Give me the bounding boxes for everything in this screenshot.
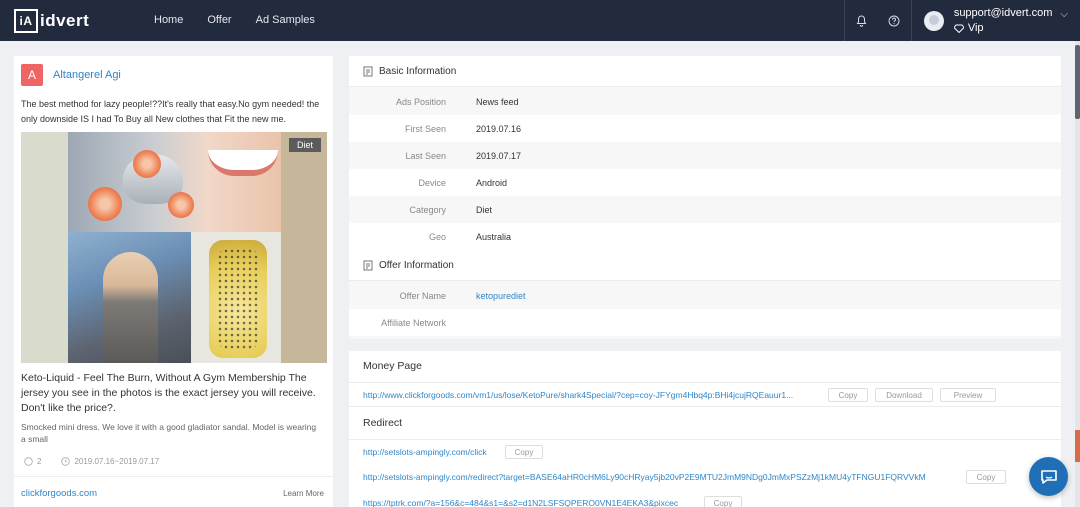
offer-name-link[interactable]: ketopurediet [476, 291, 526, 301]
row-label: Device [418, 177, 446, 188]
comment-count: 2 [37, 457, 42, 466]
learn-more-button[interactable]: Learn More [283, 489, 324, 498]
row-label: Ads Position [395, 96, 446, 107]
info-row-first-seen: First Seen 2019.07.16 [349, 115, 1061, 142]
document-icon [363, 66, 373, 76]
ad-domain-link[interactable]: clickforgoods.com [21, 488, 97, 499]
header-actions: support@idvert.com Vip ⌵ [843, 0, 1080, 41]
row-value: Android [476, 177, 508, 188]
divider [14, 476, 333, 477]
avatar [923, 10, 944, 31]
row-label: Geo [428, 231, 446, 242]
download-button[interactable]: Download [875, 388, 933, 402]
help-icon[interactable] [878, 0, 911, 41]
ad-creative-image[interactable]: Diet [21, 132, 327, 363]
main-nav: Home Offer Ad Samples [142, 0, 327, 41]
category-tag: Diet [288, 138, 321, 152]
row-label: First Seen [404, 123, 446, 134]
logo[interactable]: iA idvert [14, 9, 89, 33]
info-row-geo: Geo Australia [349, 223, 1061, 250]
divider [349, 439, 1061, 440]
divider [349, 382, 1061, 383]
logo-text: idvert [40, 11, 90, 30]
user-menu[interactable]: support@idvert.com Vip ⌵ [912, 0, 1080, 41]
top-navbar: iA idvert Home Offer Ad Samples support@… [0, 0, 1080, 41]
copy-button[interactable]: Copy [704, 496, 742, 507]
row-value: Diet [476, 204, 493, 215]
nav-ad-samples[interactable]: Ad Samples [244, 0, 327, 41]
info-row-category: Category Diet [349, 196, 1061, 223]
preview-button[interactable]: Preview [940, 388, 996, 402]
copy-button[interactable]: Copy [505, 445, 543, 459]
row-label: Affiliate Network [381, 317, 446, 328]
ad-card: A Altangerel Agi The best method for laz… [14, 56, 333, 507]
copy-button[interactable]: Copy [828, 388, 868, 402]
bell-icon[interactable] [845, 0, 878, 41]
row-value: Australia [476, 231, 512, 242]
money-page-title: Money Page [363, 360, 422, 372]
info-row-device: Device Android [349, 169, 1061, 196]
divider [349, 406, 1061, 407]
info-row-last-seen: Last Seen 2019.07.17 [349, 142, 1061, 169]
copy-button[interactable]: Copy [966, 470, 1006, 484]
chevron-down-icon[interactable]: ⌵ [1060, 9, 1068, 20]
chat-button[interactable] [1029, 457, 1068, 496]
info-row-offer-name: Offer Name ketopurediet [349, 282, 1061, 309]
document-icon [363, 260, 373, 270]
row-value: 2019.07.16 [476, 123, 522, 134]
offer-info-title: Offer Information [379, 259, 454, 271]
ad-meta: 2 2019.07.16~2019.07.17 [24, 457, 159, 466]
date-range: 2019.07.16~2019.07.17 [74, 457, 160, 466]
nav-home[interactable]: Home [142, 0, 195, 41]
row-value: 2019.07.17 [476, 150, 522, 161]
basic-info-title: Basic Information [379, 65, 457, 77]
info-panel: Basic Information Ads Position News feed… [349, 56, 1061, 339]
money-page-url[interactable]: http://www.clickforgoods.com/vm1/us/lose… [363, 390, 793, 400]
redirect-title: Redirect [363, 417, 403, 429]
logo-mark: iA [14, 9, 38, 33]
scrollbar-thumb[interactable] [1075, 45, 1080, 119]
ad-headline: Keto-Liquid - Feel The Burn, Without A G… [21, 372, 316, 414]
nav-offer[interactable]: Offer [195, 0, 243, 41]
redirect-url[interactable]: https://tptrk.com/?a=156&c=484&s1=&s2=d1… [363, 498, 678, 507]
advertiser-avatar: A [21, 64, 43, 86]
scrollbar-marker [1075, 430, 1080, 462]
row-label: Last Seen [405, 150, 446, 161]
ad-body-text: The best method for lazy people!??It's r… [21, 99, 320, 124]
offer-info-header: Offer Information [349, 250, 1061, 281]
user-tier: Vip [967, 21, 984, 34]
comment-icon [24, 457, 33, 466]
info-row-ads-position: Ads Position News feed [349, 88, 1061, 115]
chat-icon [1040, 469, 1057, 484]
row-label: Category [409, 204, 446, 215]
info-row-affiliate-network: Affiliate Network [349, 309, 1061, 336]
basic-info-header: Basic Information [349, 56, 1061, 87]
row-value: News feed [476, 96, 519, 107]
money-page-section: Money Page http://www.clickforgoods.com/… [349, 351, 1061, 507]
redirect-url[interactable]: http://setslots-ampingly.com/click [363, 447, 487, 457]
diamond-icon [953, 24, 964, 33]
row-label: Offer Name [399, 290, 446, 301]
ad-description: Smocked mini dress. We love it with a go… [21, 422, 317, 444]
redirect-url[interactable]: http://setslots-ampingly.com/redirect?ta… [363, 472, 926, 482]
advertiser-name[interactable]: Altangerel Agi [53, 69, 121, 81]
user-email: support@idvert.com [953, 6, 1053, 19]
clock-icon [61, 457, 71, 466]
